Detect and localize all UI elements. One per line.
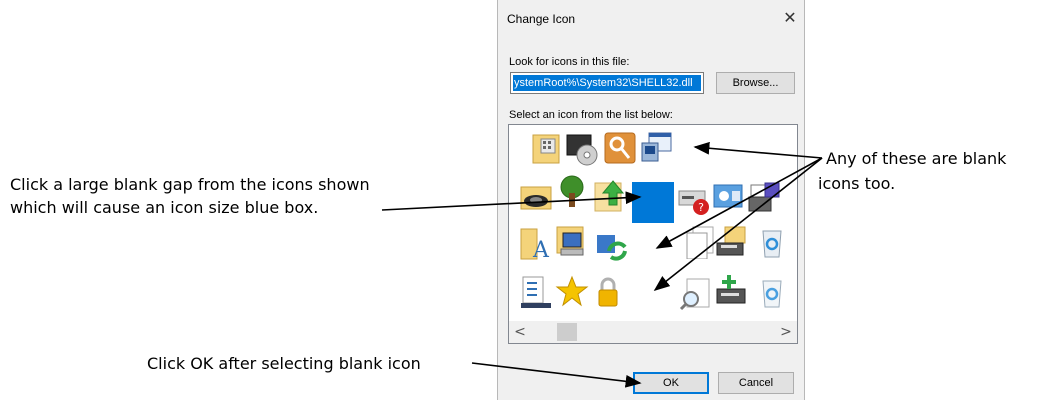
printer-add-icon[interactable] [715,273,749,307]
dialog-title: Change Icon [507,12,576,26]
horizontal-scrollbar[interactable]: < > [509,321,797,343]
annotation-left-line2: which will cause an icon size blue box. [10,198,319,217]
change-icon-dialog: Change Icon ✕ Look for icons in this fil… [497,0,805,400]
icon-list-label: Select an icon from the list below: [509,109,673,121]
computer-folder-icon[interactable] [555,225,589,259]
annotation-right-line2: icons too. [818,174,896,193]
scroll-right-arrow-icon[interactable]: > [775,321,797,343]
font-folder-icon[interactable]: A [519,227,553,261]
icon-list[interactable]: ? A [508,124,798,344]
cancel-button[interactable]: Cancel [718,372,794,394]
program-window-icon[interactable] [639,131,673,165]
recycle-bin-empty-icon[interactable] [755,275,789,309]
annotation-bottom: Click OK after selecting blank icon [147,354,421,373]
tree-icon[interactable] [555,175,589,209]
annotation-left-line1: Click a large blank gap from the icons s… [10,175,370,194]
sync-icon[interactable] [595,229,629,263]
browse-button[interactable]: Browse... [716,72,795,94]
svg-text:A: A [532,238,550,261]
documents-icon[interactable] [683,225,717,259]
close-icon[interactable]: ✕ [780,8,800,28]
drive-error-icon[interactable]: ? [677,183,711,217]
key-icon[interactable] [603,131,637,165]
selected-blank-icon[interactable] [632,182,674,223]
folder-up-icon[interactable] [593,179,627,213]
lock-icon[interactable] [591,275,625,309]
printer-save-icon[interactable] [747,181,781,215]
file-label: Look for icons in this file: [509,56,630,68]
scroll-left-arrow-icon[interactable]: < [509,321,531,343]
star-icon[interactable] [555,275,589,309]
ok-button[interactable]: OK [633,372,709,394]
folder-printer-icon[interactable] [715,225,749,259]
network-window-icon[interactable] [712,179,746,213]
scroll-thumb[interactable] [557,323,577,341]
file-path-value: ystemRoot%\System32\SHELL32.dll [513,75,701,91]
folder-grid-icon[interactable] [531,131,565,165]
media-disc-icon[interactable] [565,133,599,167]
folder-disk-icon[interactable] [519,179,553,213]
recycle-bin-icon[interactable] [755,225,789,259]
file-path-input[interactable]: ystemRoot%\System32\SHELL32.dll [510,72,704,94]
annotation-right-line1: Any of these are blank [826,149,1007,168]
svg-text:?: ? [698,201,704,214]
search-document-icon[interactable] [679,277,713,311]
checklist-icon[interactable] [519,275,553,309]
